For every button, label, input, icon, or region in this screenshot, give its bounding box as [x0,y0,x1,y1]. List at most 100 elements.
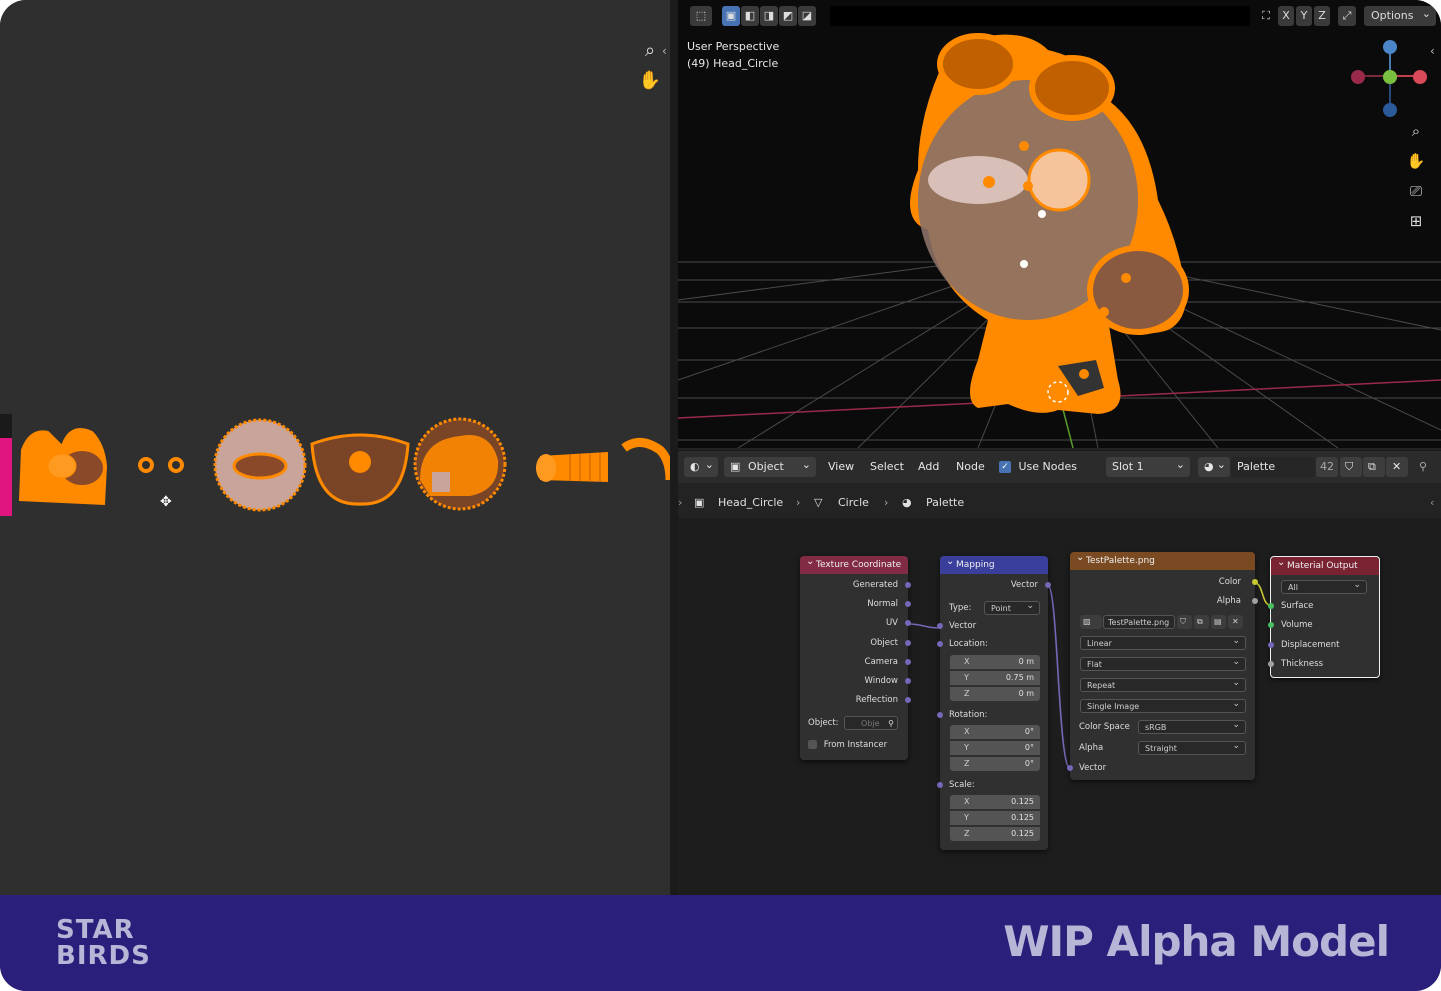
socket-generated[interactable] [905,582,911,588]
sidebar-toggle-icon[interactable]: ‹ [1430,44,1435,58]
breadcrumb-material[interactable]: Palette [926,496,964,509]
mirror-z-button[interactable]: Z [1314,6,1330,26]
socket-surface-in[interactable] [1268,603,1274,609]
socket-volume-in[interactable] [1268,622,1274,628]
socket-scale-in[interactable] [937,782,943,788]
scale-z-field[interactable]: Z 0.125 [950,827,1040,841]
rotation-y-field[interactable]: Y 0° [950,741,1040,755]
mirror-icon[interactable]: ⛶ [1256,6,1276,26]
socket-image-vector-in[interactable] [1067,765,1073,771]
mapping-node[interactable]: Mapping Vector Type: Point Vector Locati… [937,553,1051,850]
select-box-mode-button[interactable]: ▣ [722,6,740,26]
socket-location-in[interactable] [937,641,943,647]
unlink-image-icon[interactable]: ✕ [1228,615,1243,629]
uv-sync-icon[interactable]: ⤢ [1338,6,1356,26]
rotation-z-field[interactable]: Z 0° [950,757,1040,771]
zoom-icon[interactable]: ⌕ [1405,120,1427,142]
socket-reflection[interactable] [905,697,911,703]
pan-hand-icon[interactable]: ✋ [637,68,663,94]
menu-view[interactable]: View [828,457,854,477]
fake-user-shield-icon[interactable]: ⛉ [1177,615,1192,629]
zoom-icon[interactable]: ⌕ [637,38,663,64]
socket-normal[interactable] [905,601,911,607]
image-texture-node[interactable]: TestPalette.png Color Alpha ▨ TestPalett… [1067,549,1258,780]
location-y-field[interactable]: Y 0.75 m [950,671,1040,685]
mapping-title[interactable]: Mapping [940,553,1048,574]
fake-user-shield-icon[interactable]: ⛉ [1340,457,1362,477]
object-picker-field[interactable]: Obje ⚲ [844,716,898,730]
socket-uv[interactable] [905,620,911,626]
source-dropdown[interactable]: Single Image [1080,697,1246,713]
location-x-field[interactable]: X 0 m [950,655,1040,669]
mapping-type-value: Point [991,604,1011,613]
rotation-x-field[interactable]: X 0° [950,725,1040,739]
socket-mapping-vector-in[interactable] [937,623,943,629]
use-nodes-toggle[interactable]: ✓ Use Nodes [999,457,1077,477]
unlink-material-icon[interactable]: ✕ [1386,457,1408,477]
pin-icon[interactable]: ⚲ [1419,457,1427,477]
editor-type-dropdown[interactable]: ◐ ⌄ [684,457,718,477]
shader-type-dropdown[interactable]: ▣ Object ⌄ [724,457,816,477]
select-intersect-button[interactable]: ◪ [798,6,816,26]
select-extend-button[interactable]: ◧ [741,6,759,26]
mirror-y-button[interactable]: Y [1296,6,1312,26]
color-space-dropdown[interactable]: sRGB [1138,718,1246,734]
interpolation-dropdown[interactable]: Linear [1080,634,1246,650]
texture-coordinate-node[interactable]: Texture Coordinate Generated Normal UV O… [800,553,911,760]
area-divider[interactable] [670,0,678,895]
breadcrumb-mesh[interactable]: Circle [838,496,869,509]
alpha-mode-dropdown[interactable]: Straight [1138,739,1246,755]
socket-color-out[interactable] [1252,579,1258,585]
sidebar-toggle-icon[interactable]: ‹ [662,44,667,58]
texture-coordinate-title[interactable]: Texture Coordinate [800,553,908,574]
projection-dropdown[interactable]: Flat [1080,655,1246,671]
options-dropdown[interactable]: Options ⌄ [1364,6,1436,26]
rotation-label: Rotation: [949,710,988,720]
image-texture-title[interactable]: TestPalette.png [1070,549,1255,570]
socket-window[interactable] [905,678,911,684]
output-target-dropdown[interactable]: All [1281,578,1367,594]
uv-editor[interactable]: ✥ ⌕ ✋ ‹ [0,0,670,895]
menu-node[interactable]: Node [956,457,985,477]
extension-dropdown[interactable]: Repeat [1080,676,1246,692]
scale-y-field[interactable]: Y 0.125 [950,811,1040,825]
socket-camera[interactable] [905,659,911,665]
pan-hand-icon[interactable]: ✋ [1405,150,1427,172]
material-name-field[interactable]: Palette [1231,457,1315,477]
socket-rotation-in[interactable] [937,712,943,718]
open-image-icon[interactable]: ▤ [1211,615,1226,629]
node-editor[interactable]: Texture Coordinate Generated Normal UV O… [678,518,1441,895]
sidebar-toggle-icon[interactable]: ‹ [1430,496,1434,509]
scale-x-field[interactable]: X 0.125 [950,795,1040,809]
socket-displacement-in[interactable] [1268,642,1274,648]
mirror-x-button[interactable]: X [1278,6,1294,26]
camera-view-icon[interactable]: ⎚ [1405,180,1427,202]
browse-image-button[interactable]: ▨ [1080,615,1102,629]
material-users-count[interactable]: 42 [1316,457,1338,477]
socket-alpha-out[interactable] [1252,598,1258,604]
duplicate-material-icon[interactable]: ⧉ [1363,457,1385,477]
image-name-field[interactable]: TestPalette.png [1103,615,1175,629]
eyedropper-icon[interactable]: ⚲ [888,717,894,731]
menu-select[interactable]: Select [870,457,904,477]
select-tool-button[interactable]: ⬚ [690,6,712,26]
material-slot-dropdown[interactable]: Slot 1 ⌄ [1106,457,1190,477]
location-z-field[interactable]: Z 0 m [950,687,1040,701]
from-instancer-toggle[interactable]: From Instancer [808,738,887,752]
breadcrumb-collapse-icon[interactable]: › [678,496,682,509]
material-output-node[interactable]: Material Output All Surface Volume Displ… [1268,554,1380,678]
socket-mapping-output[interactable] [1045,582,1051,588]
checkbox-checked-icon: ✓ [999,461,1011,473]
duplicate-image-icon[interactable]: ⧉ [1194,615,1209,629]
3d-viewport[interactable]: ⬚ ▣ ◧ ◨ ◩ ◪ ⛶ X Y Z ⤢ Options ⌄ User Pers… [678,0,1441,448]
socket-object[interactable] [905,640,911,646]
breadcrumb-object[interactable]: Head_Circle [718,496,783,509]
select-subtract-button[interactable]: ◨ [760,6,778,26]
select-difference-button[interactable]: ◩ [779,6,797,26]
mapping-type-dropdown[interactable]: Point [984,599,1040,615]
browse-material-button[interactable]: ◕ ⌄ [1198,457,1230,477]
perspective-grid-icon[interactable]: ⊞ [1405,210,1427,232]
socket-thickness-in[interactable] [1268,661,1274,667]
material-output-title[interactable]: Material Output [1271,554,1379,575]
menu-add[interactable]: Add [918,457,939,477]
